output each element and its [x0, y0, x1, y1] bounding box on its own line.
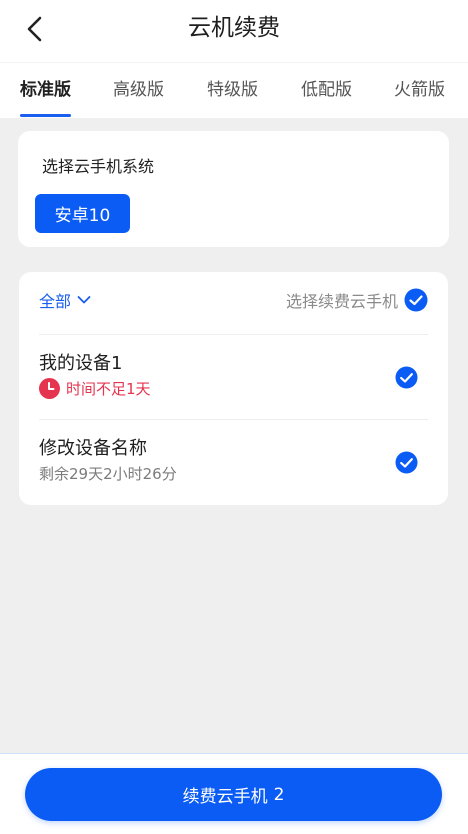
device-row[interactable]: 修改设备名称 剩余29天2小时26分: [19, 420, 448, 504]
device-status-text: 剩余29天2小时26分: [39, 465, 177, 483]
select-all-toggle[interactable]: 选择续费云手机: [286, 286, 428, 314]
tab-low-config[interactable]: 低配版: [301, 77, 352, 103]
renew-button[interactable]: 续费云手机 2: [25, 768, 442, 821]
check-circle-icon[interactable]: [395, 366, 418, 389]
header-bar: 云机续费: [0, 0, 468, 62]
tab-advanced[interactable]: 高级版: [113, 77, 164, 103]
device-name: 修改设备名称: [39, 438, 147, 459]
system-card: 选择云手机系统 安卓10: [18, 131, 449, 247]
device-status: 剩余29天2小时26分: [39, 463, 177, 484]
tab-premium[interactable]: 特级版: [207, 77, 258, 103]
renew-button-label: 续费云手机: [182, 787, 268, 807]
device-name: 我的设备1: [39, 353, 123, 374]
filter-dropdown[interactable]: 全部: [39, 288, 91, 312]
tab-standard[interactable]: 标准版: [20, 77, 71, 103]
device-status: 时间不足1天: [39, 378, 151, 399]
system-label: 选择云手机系统: [42, 157, 155, 176]
device-status-text: 时间不足1天: [66, 380, 151, 398]
device-row[interactable]: 我的设备1 时间不足1天: [19, 335, 448, 419]
check-circle-icon: [404, 288, 428, 312]
chevron-down-icon: [77, 296, 91, 304]
select-all-label: 选择续费云手机: [285, 292, 398, 311]
clock-icon: [39, 378, 60, 399]
tab-rocket[interactable]: 火箭版: [394, 77, 445, 103]
bottom-bar: 续费云手机 2: [0, 753, 468, 834]
renew-count: 2: [273, 784, 285, 805]
system-option-android10[interactable]: 安卓10: [35, 194, 130, 233]
devices-card: 全部 选择续费云手机 我的设备1 时间不足1天 修改设备名称 剩余29天2小时2…: [19, 272, 448, 505]
check-circle-icon[interactable]: [395, 451, 418, 474]
page-title: 云机续费: [188, 15, 280, 41]
plan-tabs: 标准版 高级版 特级版 低配版 火箭版: [0, 62, 468, 118]
tab-active-indicator: [20, 114, 71, 117]
filter-label: 全部: [39, 292, 72, 311]
